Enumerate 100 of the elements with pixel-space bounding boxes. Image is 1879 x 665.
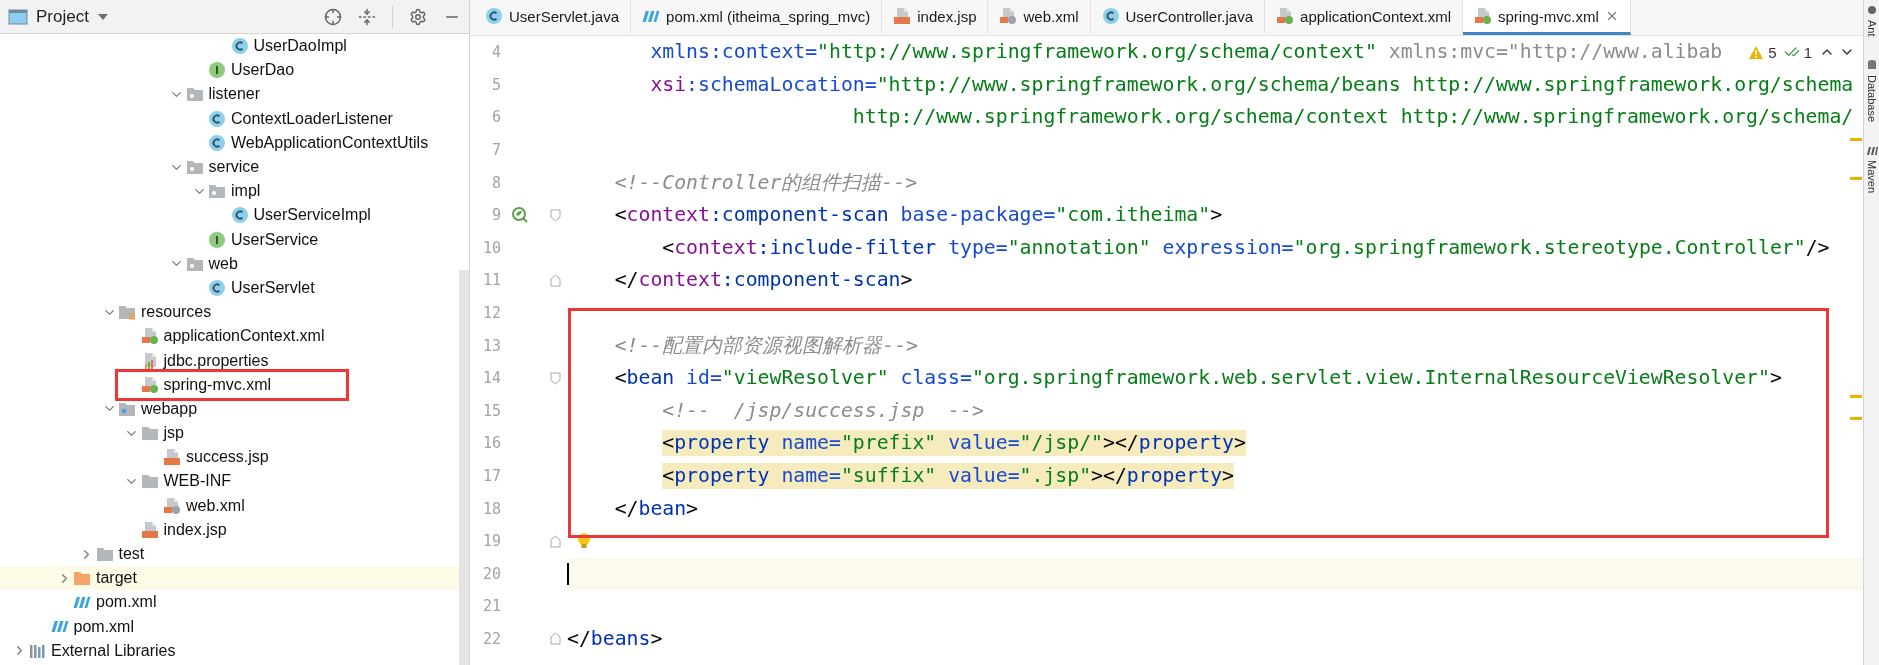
- package-icon: [185, 158, 204, 177]
- tree-item[interactable]: UserService: [231, 229, 319, 250]
- xml-file-icon: [163, 496, 181, 515]
- editor-tab[interactable]: applicationContext.xml: [1265, 0, 1463, 35]
- resources-folder-icon: [118, 303, 136, 322]
- editor-tab[interactable]: index.jsp: [882, 0, 989, 35]
- settings-icon[interactable]: [409, 7, 427, 26]
- code-comment: <!-- /jsp/success.jsp -->: [661, 397, 984, 424]
- folder-icon: [140, 424, 159, 443]
- tree-item[interactable]: WebApplicationContextUtils: [231, 132, 429, 153]
- line-number: 12: [481, 304, 501, 323]
- tree-item[interactable]: listener: [208, 84, 261, 105]
- tree-item[interactable]: External Libraries: [51, 640, 176, 661]
- package-icon: [185, 85, 204, 104]
- line-number: 4: [490, 43, 501, 62]
- fold-marker-icon[interactable]: [549, 273, 561, 287]
- tree-item[interactable]: UserDao: [231, 60, 295, 81]
- panel-title[interactable]: Project: [36, 6, 89, 27]
- code-line: xsi:schemaLocation="http://www.springframework.org/schema/beans http://www.springframework.org/schema: [649, 71, 1854, 98]
- warning-count: 5: [1768, 43, 1777, 61]
- line-number: 17: [481, 467, 501, 485]
- line-number: 8: [490, 173, 501, 192]
- lightbulb-icon[interactable]: [577, 531, 591, 550]
- code-comment: <!--配置内部资源视图解析器-->: [613, 332, 918, 359]
- tree-item[interactable]: index.jsp: [163, 519, 227, 540]
- line-number: 22: [481, 630, 501, 648]
- code-line: <context:component-scan base-package="com.itheima">: [613, 202, 1223, 229]
- tool-window-button[interactable]: Ant: [1865, 20, 1878, 37]
- editor-tab[interactable]: pom.xml (itheima_spring_mvc): [631, 0, 883, 35]
- bean-icon[interactable]: [511, 206, 529, 225]
- tree-item[interactable]: WEB-INF: [163, 471, 232, 492]
- maven-icon: [642, 10, 661, 22]
- code-line: </context:component-scan>: [613, 267, 913, 294]
- fold-marker-icon[interactable]: [549, 208, 561, 222]
- package-icon: [208, 182, 226, 201]
- tree-item[interactable]: success.jsp: [186, 447, 269, 468]
- xml-file-icon: [1474, 7, 1492, 25]
- line-number: 18: [481, 499, 501, 518]
- line-number: 14: [481, 369, 501, 388]
- editor-tab[interactable]: UserServlet.java: [474, 0, 632, 35]
- tree-item[interactable]: service: [208, 157, 260, 178]
- tree-item[interactable]: web.xml: [186, 495, 245, 516]
- tree-item[interactable]: jdbc.properties: [163, 350, 269, 371]
- folder-icon: [95, 545, 114, 564]
- fold-marker-icon[interactable]: [549, 632, 561, 646]
- weak-warning-count: 1: [1803, 43, 1812, 61]
- tree-item[interactable]: spring-mvc.xml: [163, 374, 272, 395]
- tool-window-button[interactable]: Maven: [1865, 159, 1878, 193]
- tree-item[interactable]: ContextLoaderListener: [231, 108, 393, 129]
- line-number: 7: [490, 141, 501, 160]
- class-icon: [208, 278, 226, 297]
- editor-tab[interactable]: web.xml: [988, 0, 1091, 35]
- line-number: 13: [481, 336, 501, 355]
- text-caret: [567, 562, 569, 585]
- scrollbar[interactable]: [459, 270, 469, 665]
- tree-item[interactable]: resources: [141, 302, 212, 323]
- jsp-file-icon: [140, 520, 159, 539]
- tree-item[interactable]: web: [208, 253, 238, 274]
- xml-file-icon: [140, 375, 159, 394]
- line-number: 21: [481, 597, 501, 616]
- jsp-file-icon: [893, 7, 912, 25]
- maven-icon: [73, 596, 91, 608]
- tree-item[interactable]: UserDaoImpl: [253, 36, 347, 57]
- locate-icon[interactable]: [324, 7, 342, 26]
- tool-window-button[interactable]: Database: [1865, 74, 1878, 122]
- tree-item[interactable]: applicationContext.xml: [163, 326, 325, 347]
- dropdown-caret-icon[interactable]: [96, 12, 109, 21]
- database-icon[interactable]: [1865, 58, 1878, 71]
- tree-item[interactable]: webapp: [141, 398, 198, 419]
- code-line: http://www.springframework.org/schema/context http://www.springframework.org/schema/: [851, 104, 1854, 131]
- class-icon: [208, 133, 226, 152]
- line-number: 6: [490, 108, 501, 127]
- line-number: 9: [490, 206, 501, 225]
- xml-file-icon: [1276, 7, 1295, 25]
- fold-marker-icon[interactable]: [549, 371, 561, 385]
- class-icon: [208, 109, 226, 128]
- code-line: </bean>: [613, 495, 699, 522]
- folder-icon: [73, 569, 91, 588]
- code-line: <context:include-filter type="annotation" expression="org.springframework.stereotype.Controller"/>: [661, 234, 1830, 261]
- tree-item[interactable]: pom.xml: [73, 616, 134, 637]
- tree-item[interactable]: target: [96, 568, 137, 589]
- code-line: </beans>: [567, 626, 663, 652]
- class-icon: [1101, 7, 1120, 25]
- code-line: xmlns:context="http://www.springframework.org/schema/context" xmlns:mvc="http://www.alibab: [649, 39, 1723, 66]
- editor-tab[interactable]: UserController.java: [1090, 0, 1266, 35]
- collapse-all-icon[interactable]: [358, 7, 376, 26]
- fold-marker-icon[interactable]: [549, 534, 561, 548]
- folder-icon: [140, 472, 159, 491]
- editor-tab[interactable]: spring-mvc.xml: [1463, 0, 1631, 35]
- line-number: 20: [481, 564, 501, 583]
- tree-item[interactable]: jsp: [163, 423, 184, 444]
- tree-item[interactable]: test: [118, 544, 145, 565]
- tree-item[interactable]: UserServlet: [231, 277, 315, 298]
- jsp-file-icon: [163, 448, 181, 467]
- tree-item[interactable]: impl: [231, 181, 261, 202]
- interface-icon: [208, 61, 226, 80]
- tree-item[interactable]: UserServiceImpl: [253, 205, 371, 226]
- class-icon: [230, 37, 249, 56]
- tree-item[interactable]: pom.xml: [96, 592, 157, 613]
- line-number: 16: [481, 434, 501, 453]
